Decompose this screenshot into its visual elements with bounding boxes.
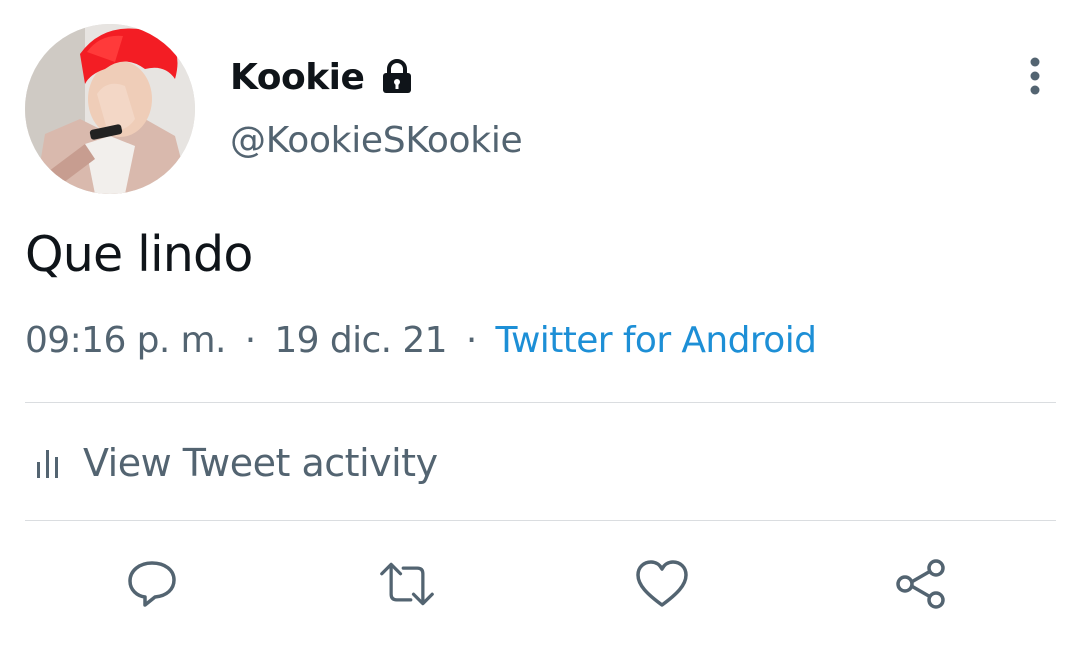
tweet-date[interactable]: 19 dic. 21 [274,320,447,361]
lock-icon [380,59,414,95]
avatar[interactable] [25,24,195,194]
share-icon [896,559,945,609]
divider [25,402,1056,403]
tweet-time: 09:16 p. m. [25,320,226,361]
author-name-row: Kookie [230,52,414,102]
tweet-detail: Kookie @KookieSKookie Que lindo 09:16 p.… [0,0,1080,659]
view-tweet-activity-button[interactable]: View Tweet activity [25,436,438,490]
view-tweet-activity-label: View Tweet activity [83,441,438,485]
divider [25,520,1056,521]
meta-separator: · [244,320,256,361]
retweet-icon [380,562,434,606]
heart-icon [636,560,688,607]
profile-photo-image [25,24,195,194]
display-name[interactable]: Kookie [230,57,365,98]
tweet-text: Que lindo [25,226,253,283]
analytics-icon [37,450,58,478]
more-vertical-icon [1030,57,1040,95]
user-handle[interactable]: @KookieSKookie [230,120,523,161]
retweet-button[interactable] [379,556,435,612]
tweet-source-link[interactable]: Twitter for Android [496,320,817,361]
share-button[interactable] [893,556,949,612]
meta-separator: · [465,320,477,361]
reply-icon [128,561,176,607]
like-button[interactable] [634,556,690,612]
more-options-button[interactable] [1014,52,1056,100]
tweet-meta: 09:16 p. m. · 19 dic. 21 · Twitter for A… [25,320,817,361]
reply-button[interactable] [124,556,180,612]
